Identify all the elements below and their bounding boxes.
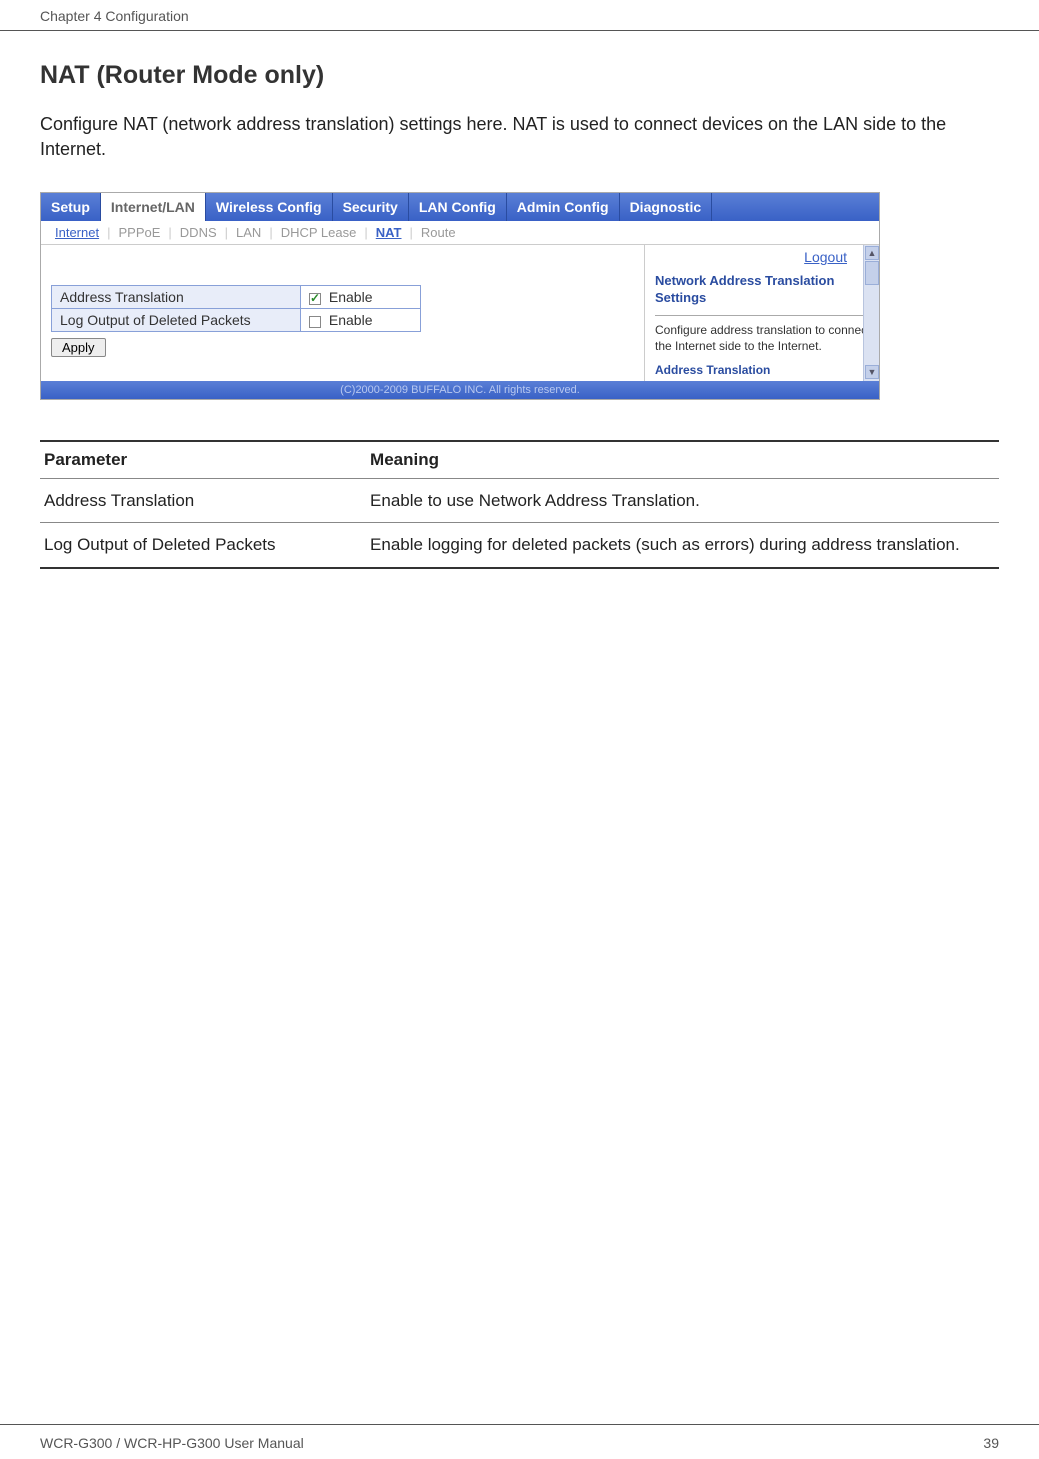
scroll-down-icon[interactable]: ▼ (865, 365, 879, 379)
logout-link[interactable]: Logout (804, 249, 847, 265)
col-header-parameter: Parameter (40, 441, 366, 479)
help-subheading: Address Translation (655, 363, 871, 377)
param-name: Address Translation (40, 478, 366, 523)
param-row: Address Translation Enable to use Networ… (40, 478, 999, 523)
scrollbar[interactable]: ▲ ▼ (863, 245, 879, 380)
subtab-internet[interactable]: Internet (47, 223, 107, 242)
param-row: Log Output of Deleted Packets Enable log… (40, 523, 999, 568)
apply-button[interactable]: Apply (51, 338, 106, 357)
router-ui-screenshot: Setup Internet/LAN Wireless Config Secur… (40, 192, 880, 399)
help-separator (655, 315, 871, 316)
tab-security[interactable]: Security (333, 193, 409, 221)
scroll-up-icon[interactable]: ▲ (865, 246, 879, 260)
setting-label: Address Translation (52, 286, 301, 309)
tab-wireless-config[interactable]: Wireless Config (206, 193, 333, 221)
help-text: Configure address translation to connect… (655, 322, 871, 354)
nat-settings-table: Address Translation Enable Log Output of… (51, 285, 421, 332)
param-meaning: Enable to use Network Address Translatio… (366, 478, 999, 523)
section-description: Configure NAT (network address translati… (40, 112, 999, 162)
copyright-bar: (C)2000-2009 BUFFALO INC. All rights res… (41, 381, 879, 399)
setting-value: Enable (301, 309, 421, 332)
param-meaning: Enable logging for deleted packets (such… (366, 523, 999, 568)
page-footer: WCR-G300 / WCR-HP-G300 User Manual 39 (0, 1424, 1039, 1451)
setting-row-log-output: Log Output of Deleted Packets Enable (52, 309, 421, 332)
setting-value: Enable (301, 286, 421, 309)
subtab-ddns[interactable]: DDNS (172, 223, 225, 242)
logout-row: Logout (655, 249, 871, 267)
tab-diagnostic[interactable]: Diagnostic (620, 193, 713, 221)
footer-page-number: 39 (983, 1435, 999, 1451)
setting-label: Log Output of Deleted Packets (52, 309, 301, 332)
checkbox-label: Enable (329, 289, 373, 305)
checkbox-label: Enable (329, 312, 373, 328)
col-header-meaning: Meaning (366, 441, 999, 479)
setting-row-address-translation: Address Translation Enable (52, 286, 421, 309)
footer-manual: WCR-G300 / WCR-HP-G300 User Manual (40, 1435, 304, 1451)
sub-tab-bar: Internet | PPPoE | DDNS | LAN | DHCP Lea… (41, 221, 879, 245)
subtab-dhcp-lease[interactable]: DHCP Lease (273, 223, 365, 242)
subtab-lan[interactable]: LAN (228, 223, 269, 242)
chapter-label: Chapter 4 Configuration (40, 8, 189, 24)
param-name: Log Output of Deleted Packets (40, 523, 366, 568)
help-panel: Logout Network Address Translation Setti… (644, 245, 879, 380)
subtab-route[interactable]: Route (413, 223, 464, 242)
checkbox-address-translation[interactable] (309, 293, 321, 305)
section-title: NAT (Router Mode only) (40, 61, 999, 90)
tab-lan-config[interactable]: LAN Config (409, 193, 507, 221)
panel-wrap: Address Translation Enable Log Output of… (41, 245, 879, 380)
subtab-pppoe[interactable]: PPPoE (110, 223, 168, 242)
page-header: Chapter 4 Configuration (0, 0, 1039, 31)
parameter-table: Parameter Meaning Address Translation En… (40, 440, 999, 570)
subtab-nat[interactable]: NAT (368, 223, 410, 242)
tab-internet-lan[interactable]: Internet/LAN (101, 193, 206, 221)
checkbox-log-output[interactable] (309, 316, 321, 328)
tab-admin-config[interactable]: Admin Config (507, 193, 620, 221)
help-title: Network Address Translation Settings (655, 273, 871, 307)
scroll-thumb[interactable] (865, 261, 879, 285)
page-content: NAT (Router Mode only) Configure NAT (ne… (0, 31, 1039, 569)
tab-setup[interactable]: Setup (41, 193, 101, 221)
main-tab-bar: Setup Internet/LAN Wireless Config Secur… (41, 193, 879, 221)
settings-panel: Address Translation Enable Log Output of… (41, 245, 644, 380)
